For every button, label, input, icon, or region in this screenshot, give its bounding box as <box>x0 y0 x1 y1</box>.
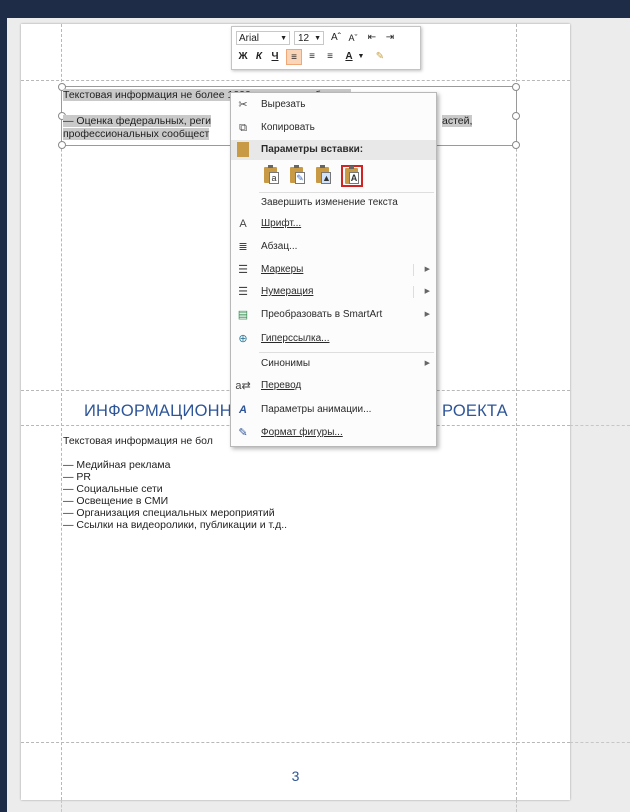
paste-keep-formatting-icon[interactable]: ✎ <box>287 165 309 187</box>
menu-label: Формат фигуры... <box>261 427 343 438</box>
font-size-box[interactable]: 12 ▼ <box>294 31 324 45</box>
body-text[interactable]: Текстовая информация не бол — Медийная р… <box>63 435 287 531</box>
menu-label: Шрифт... <box>261 218 302 229</box>
menu-item-paragraph[interactable]: ≣ Абзац... <box>231 237 436 257</box>
menu-item-copy[interactable]: ⧉ Копировать <box>231 118 436 138</box>
paragraph-icon: ≣ <box>238 241 248 253</box>
paste-options-header: Параметры вставки: <box>231 140 436 160</box>
menu-item-smartart[interactable]: ▤ Преобразовать в SmartArt ▶ <box>231 305 436 325</box>
list-item: — Медийная реклама <box>63 459 171 471</box>
animation-icon: A <box>239 404 247 416</box>
translate-icon: a⇄ <box>235 380 251 392</box>
font-name: Arial <box>239 33 260 44</box>
menu-label: Преобразовать в SmartArt <box>261 309 383 320</box>
resize-handle[interactable] <box>512 141 520 149</box>
resize-handle[interactable] <box>512 83 520 91</box>
hyperlink-icon: ⊕ <box>238 333 248 345</box>
split-divider <box>413 286 414 298</box>
bold-button[interactable]: Ж <box>236 49 250 65</box>
chevron-down-icon[interactable]: ▼ <box>280 32 287 46</box>
font-icon: A <box>239 218 247 230</box>
italic-button[interactable]: К <box>252 49 266 65</box>
resize-handle[interactable] <box>58 141 66 149</box>
align-center-icon[interactable]: ≡ <box>304 49 320 65</box>
chevron-down-icon[interactable]: ▼ <box>314 32 321 46</box>
menu-label: Копировать <box>261 122 315 133</box>
title-bottom-right: РОЕКТА <box>442 402 508 420</box>
grow-font-button[interactable]: Aˆ <box>329 30 343 46</box>
font-name-box[interactable]: Arial ▼ <box>236 31 290 45</box>
menu-label: Синонимы <box>261 358 311 369</box>
list-item: — Освещение в СМИ <box>63 495 169 507</box>
increase-indent-icon[interactable]: ⇥ <box>382 30 398 46</box>
align-right-icon[interactable]: ≡ <box>322 49 338 65</box>
textbox-line[interactable]: астей, <box>442 115 473 127</box>
guide-extension <box>61 800 62 812</box>
chevron-right-icon[interactable]: ▶ <box>425 282 430 302</box>
cut-icon: ✂ <box>238 99 248 111</box>
page-number: 3 <box>291 768 300 784</box>
font-color-button[interactable]: A <box>342 49 356 65</box>
guide-extension <box>570 425 630 426</box>
menu-label: Перевод <box>261 380 302 391</box>
menu-item-translate[interactable]: a⇄ Перевод <box>231 376 436 396</box>
menu-item-numbering[interactable]: ☰ Нумерация ▶ <box>231 282 436 302</box>
numbering-icon: ☰ <box>238 286 248 298</box>
underline-button[interactable]: Ч <box>268 49 282 65</box>
shrink-font-button[interactable]: Aˇ <box>346 30 360 46</box>
menu-item-cut[interactable]: ✂ Вырезать <box>231 95 436 115</box>
align-left-icon[interactable]: ≡ <box>286 49 302 65</box>
menu-item-font[interactable]: A Шрифт... <box>231 214 436 234</box>
chevron-right-icon: ▶ <box>424 360 430 367</box>
list-item: — Организация специальных мероприятий <box>63 507 275 519</box>
font-size: 12 <box>298 33 310 44</box>
menu-label: Вырезать <box>261 99 306 110</box>
menu-item-synonyms[interactable]: Синонимы ▶ <box>231 354 436 374</box>
context-menu: ✂ Вырезать ⧉ Копировать Параметры вставк… <box>230 92 437 447</box>
format-shape-icon: ✎ <box>238 427 248 439</box>
copy-icon: ⧉ <box>239 122 247 134</box>
paste-options-row: a ✎ ▲ A <box>259 163 429 189</box>
menu-label: Гиперссылка... <box>261 333 330 344</box>
chevron-right-icon: ▶ <box>424 311 430 318</box>
format-painter-icon[interactable]: ✎ <box>372 49 388 65</box>
menu-label: Абзац... <box>261 241 298 252</box>
smartart-icon: ▤ <box>237 309 249 321</box>
decrease-indent-icon[interactable]: ⇤ <box>364 30 380 46</box>
resize-handle[interactable] <box>512 112 520 120</box>
textbox-line[interactable]: профессиональных сообщест <box>63 128 210 140</box>
mini-toolbar: Arial ▼ 12 ▼ Aˆ Aˇ ⇤ ⇥ Ж К Ч ≡ ≡ ≡ A ▼ ✎ <box>231 26 421 70</box>
menu-label: Нумерация <box>261 286 314 297</box>
paste-icon <box>237 142 249 157</box>
paste-picture-icon[interactable]: ▲ <box>313 165 335 187</box>
list-item: — Ссылки на видеоролики, публикации и т.… <box>63 519 288 531</box>
list-item: — PR <box>63 471 92 483</box>
split-divider <box>413 264 414 276</box>
bullets-icon: ☰ <box>238 264 248 276</box>
menu-label: Параметры вставки: <box>261 144 364 155</box>
list-item: — Социальные сети <box>63 483 163 495</box>
textbox-line[interactable]: — Оценка федеральных, реги <box>63 115 211 127</box>
chevron-right-icon[interactable]: ▶ <box>425 260 430 280</box>
menu-label: Маркеры <box>261 264 304 275</box>
guide-horizontal[interactable] <box>21 80 570 81</box>
title-bottom-left: ИНФОРМАЦИОНН <box>84 402 232 420</box>
menu-label: Завершить изменение текста <box>261 197 398 208</box>
menu-separator <box>259 352 434 353</box>
menu-item-format-shape[interactable]: ✎ Формат фигуры... <box>231 423 436 443</box>
menu-item-finish-edit[interactable]: Завершить изменение текста <box>231 193 436 213</box>
menu-item-bullets[interactable]: ☰ Маркеры ▶ <box>231 260 436 280</box>
chevron-down-icon[interactable]: ▼ <box>356 49 366 65</box>
guide-horizontal[interactable] <box>21 742 570 743</box>
menu-item-hyperlink[interactable]: ⊕ Гиперссылка... <box>231 329 436 349</box>
guide-extension <box>516 800 517 812</box>
paste-text-only-icon[interactable]: A <box>341 165 363 187</box>
paste-destination-theme-icon[interactable]: a <box>261 165 283 187</box>
guide-extension <box>570 742 630 743</box>
menu-item-animation[interactable]: A Параметры анимации... <box>231 400 436 420</box>
menu-label: Параметры анимации... <box>261 404 372 415</box>
